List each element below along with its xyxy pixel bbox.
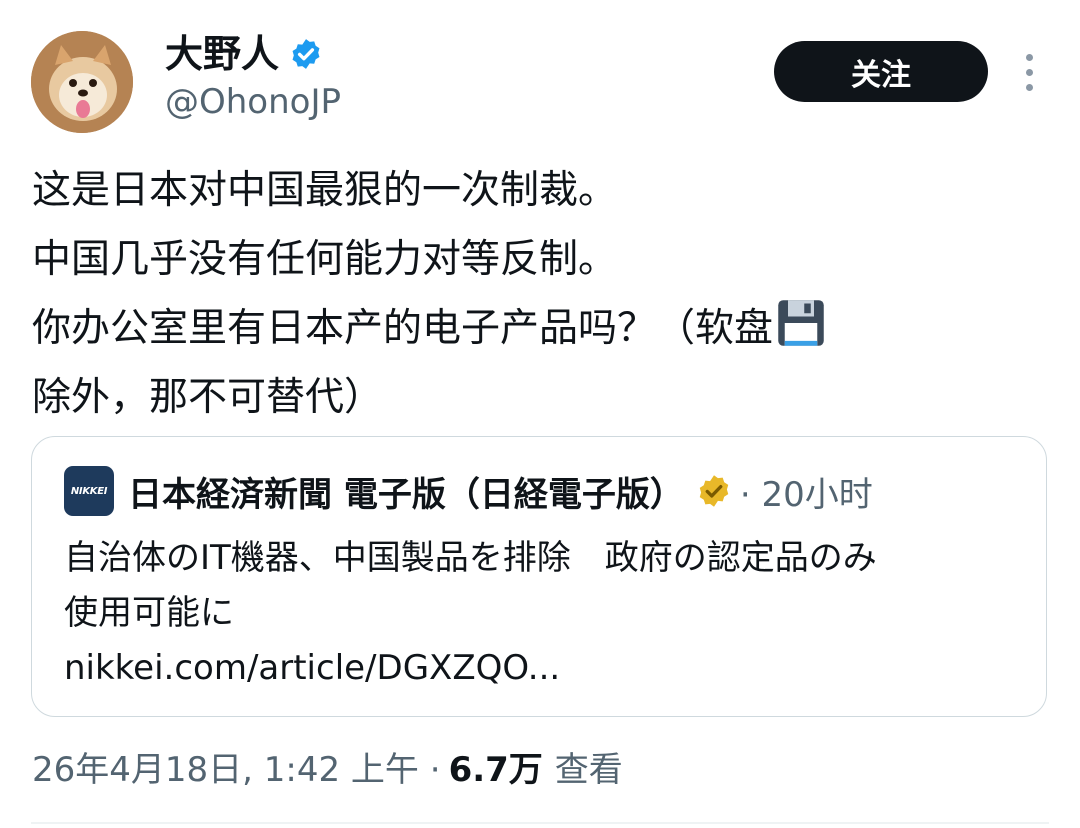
- follow-button[interactable]: 关注: [774, 41, 988, 102]
- views-label: 查看: [554, 749, 623, 790]
- card-body-line: 使用可能に: [64, 593, 234, 633]
- verified-badge-icon: [292, 39, 320, 69]
- user-handle[interactable]: @OhonoJP: [165, 80, 341, 124]
- card-body-line: 自治体のIT機器、中国製品を排除 政府の認定品のみ: [64, 538, 877, 578]
- tweet-line: 中国几乎没有任何能力对等反制。: [32, 237, 618, 282]
- card-body: 自治体のIT機器、中国製品を排除 政府の認定品のみ 使用可能に nikkei.c…: [64, 531, 1024, 696]
- display-name[interactable]: 大野人: [165, 30, 279, 78]
- card-source-name[interactable]: 日本経済新聞 電子版（日経電子版）: [128, 467, 684, 516]
- card-link[interactable]: nikkei.com/article/DGXZQO...: [64, 641, 1024, 696]
- avatar-dog-image: [31, 31, 133, 133]
- quoted-link-card[interactable]: NIKKEI 日本経済新聞 電子版（日経電子版） · 20小时 自治体のIT機器…: [31, 436, 1047, 717]
- tweet-line: 除外，那不可替代）: [32, 375, 384, 420]
- card-header: NIKKEI 日本経済新聞 電子版（日経電子版） · 20小时: [64, 465, 873, 517]
- tweet-text: 这是日本对中国最狠的一次制裁。 中国几乎没有任何能力对等反制。 你办公室里有日本…: [32, 156, 1042, 432]
- gold-verified-icon: [699, 475, 729, 507]
- more-vertical-icon[interactable]: [1014, 50, 1044, 94]
- tweet-line: 这是日本对中国最狠的一次制裁。: [32, 168, 618, 213]
- display-name-row[interactable]: 大野人: [165, 30, 323, 78]
- divider: [31, 822, 1049, 824]
- floppy-disk-icon: [778, 300, 824, 346]
- views-count: 6.7万: [448, 749, 543, 790]
- tweet-line: 你办公室里有日本产的电子产品吗？（软盘: [32, 294, 1042, 363]
- tweet-meta: 26年4月18日, 1:42 上午 · 6.7万 查看: [32, 740, 623, 792]
- avatar[interactable]: [31, 31, 133, 133]
- card-time: · 20小时: [739, 474, 873, 515]
- tweet-line-text: 你办公室里有日本产的电子产品吗？（软盘: [32, 306, 774, 351]
- tweet-timestamp[interactable]: 26年4月18日, 1:42 上午 ·: [32, 742, 441, 791]
- nikkei-logo: NIKKEI: [64, 466, 114, 516]
